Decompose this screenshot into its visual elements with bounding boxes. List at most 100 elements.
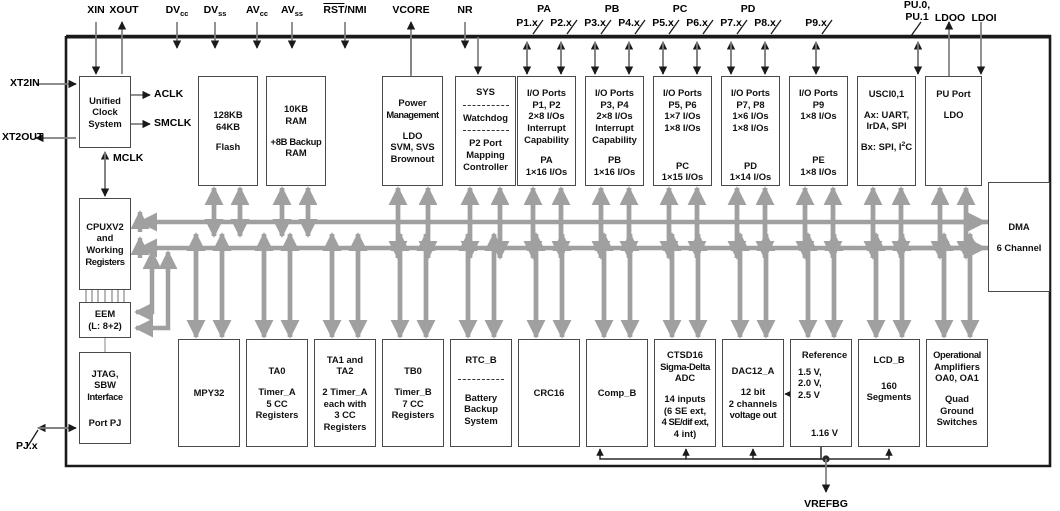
block-pu-port-ldo[interactable]: PU Port LDO	[925, 76, 982, 186]
io12-line-6: PA	[540, 154, 553, 166]
io12-line-1: P1, P2	[532, 98, 561, 110]
pin-label-p1x: P1.x	[516, 17, 538, 29]
flash-line-0: 128KB	[213, 109, 243, 121]
port-group-label-pb: PB	[604, 3, 620, 15]
rtc-line-2: Backup	[464, 403, 498, 415]
block-io-ports-p1-p2[interactable]: I/O Ports P1, P2 2×8 I/Os Interrupt Capa…	[517, 76, 576, 186]
block-usci-module[interactable]: USCI0,1 Ax: UART, IrDA, SPI Bx: SPI, I2C	[857, 76, 916, 186]
ucs-line-0: Unified	[89, 94, 121, 106]
dac-line-0: DAC12_A	[731, 365, 775, 377]
ram-line-1: RAM	[285, 114, 307, 126]
usci-line-2: Ax: UART,	[863, 108, 910, 120]
pin-label-avss: AVss	[280, 4, 304, 19]
pin-label-vrefbg: VREFBG	[804, 498, 848, 510]
jtag-line-0: JTAG,	[91, 367, 119, 379]
block-operational-amplifiers[interactable]: Operational Amplifiers OA0, OA1 Quad Gro…	[926, 339, 988, 447]
dac-line-4: voltage out	[729, 409, 777, 421]
block-timer-ta1-ta2[interactable]: TA1 and TA2 2 Timer_A each with 3 CC Reg…	[314, 339, 376, 447]
io56-line-2: 1×7 I/Os	[664, 110, 701, 122]
block-io-ports-p5-p6[interactable]: I/O Ports P5, P6 1×7 I/Os 1×8 I/Os PC 1×…	[653, 76, 712, 186]
ta0-line-0: TA0	[268, 365, 286, 377]
block-timer-ta0[interactable]: TA0 Timer_A 5 CC Registers	[246, 339, 308, 447]
io34-line-2: 2×8 I/Os	[596, 110, 633, 122]
ref-line-5: 1.16 V	[810, 426, 839, 438]
block-unified-clock-system[interactable]: Unified Clock System	[79, 76, 131, 148]
block-cpu-working-registers[interactable]: CPUXV2 and Working Registers	[79, 198, 131, 290]
io34-line-1: P3, P4	[600, 98, 629, 110]
block-rtc-b-module[interactable]: RTC_B Battery Backup System	[450, 339, 512, 447]
block-io-ports-p7-p8[interactable]: I/O Ports P7, P8 1×6 I/Os 1×8 I/Os PD 1×…	[721, 76, 780, 186]
tb0-line-4: Registers	[391, 409, 435, 421]
jtag-line-4: Port PJ	[88, 416, 122, 428]
io9-line-1: P9	[812, 98, 825, 110]
io78-line-7: 1×14 I/Os	[729, 171, 772, 183]
block-lcd-b-controller[interactable]: LCD_B 160 Segments	[858, 339, 920, 447]
cpu-line-3: Registers	[85, 255, 125, 267]
block-comp-b-module[interactable]: Comp_B	[586, 339, 648, 447]
io12-line-0: I/O Ports	[526, 87, 567, 98]
signal-label-aclk: ACLK	[154, 88, 184, 100]
block-ram-memory[interactable]: 10KB RAM +8B Backup RAM	[266, 76, 326, 186]
adc-line-5: (6 SE ext,	[663, 404, 707, 416]
pmm-line-5: Brownout	[390, 152, 435, 164]
signal-label-mclk: MCLK	[113, 152, 144, 164]
pmm-line-0: Power	[398, 97, 427, 109]
pin-label-p7x: P7.x	[720, 17, 742, 29]
adc-line-6: 4 SE/dif ext,	[661, 416, 709, 428]
ram-line-3: +8B Backup	[270, 135, 322, 147]
usci-line-3: IrDA, SPI	[866, 120, 907, 132]
pin-label-p8x: P8.x	[754, 17, 776, 29]
block-io-ports-p3-p4[interactable]: I/O Ports P3, P4 2×8 I/Os Interrupt Capa…	[585, 76, 644, 186]
pin-label-p2x: P2.x	[550, 17, 572, 29]
tb0-line-2: Timer_B	[394, 385, 432, 397]
block-dac12-a-module[interactable]: DAC12_A 12 bit 2 channels voltage out	[722, 339, 784, 447]
usci-line-5: Bx: SPI, I2C	[860, 140, 913, 153]
io12-line-4: Capability	[524, 133, 569, 145]
pin-label-avcc: AVcc	[245, 4, 269, 19]
opamp-line-4: Quad	[945, 392, 969, 404]
block-dma-controller[interactable]: DMA 6 Channel	[988, 182, 1050, 292]
block-timer-tb0[interactable]: TB0 Timer_B 7 CC Registers	[382, 339, 444, 447]
block-mpy32-multiplier[interactable]: MPY32	[178, 339, 240, 447]
io34-line-0: I/O Ports	[594, 87, 635, 98]
block-eem-module[interactable]: EEM (L: 8+2)	[79, 302, 131, 338]
pin-label-xt2in: XT2IN	[10, 77, 40, 89]
lcd-line-3: Segments	[866, 391, 912, 403]
ta12-line-1: TA2	[336, 365, 354, 377]
opamp-line-1: Amplifiers	[934, 360, 980, 372]
pmm-line-4: SVM, SVS	[390, 141, 435, 153]
eem-line-1: (L: 8+2)	[88, 320, 122, 331]
puport-line-0: PU Port	[936, 88, 971, 99]
io78-line-0: I/O Ports	[730, 87, 771, 98]
ref-line-2: 2.0 V,	[798, 377, 822, 389]
block-flash-memory[interactable]: 128KB 64KB Flash	[198, 76, 258, 186]
pin-label-p4x: P4.x	[618, 17, 640, 29]
sys-line-0: SYS	[476, 86, 495, 97]
block-reference-module[interactable]: Reference 1.5 V, 2.0 V, 2.5 V 1.16 V	[790, 339, 852, 447]
block-jtag-sbw-interface[interactable]: JTAG, SBW Interface Port PJ	[79, 352, 131, 444]
pin-label-vcore: VCORE	[392, 4, 430, 16]
block-ctsd16-adc[interactable]: CTSD16 Sigma-Delta ADC 14 inputs (6 SE e…	[654, 339, 716, 447]
cpu-line-1: and	[96, 232, 114, 244]
comp-line-0: Comp_B	[597, 387, 637, 399]
jtag-line-1: SBW	[94, 379, 116, 391]
pin-label-pjx: PJ.x	[16, 440, 38, 452]
ta0-line-3: 5 CC	[266, 397, 288, 409]
ram-line-4: RAM	[285, 147, 307, 159]
block-sys-watchdog[interactable]: SYS Watchdog P2 Port Mapping Controller	[455, 76, 516, 186]
flash-line-3: Flash	[215, 141, 241, 153]
block-io-ports-p9[interactable]: I/O Ports P9 1×8 I/Os PE 1×8 I/Os	[789, 76, 848, 186]
io34-line-3: Interrupt	[595, 121, 634, 133]
ref-line-3: 2.5 V	[798, 388, 820, 400]
io56-line-6: PC	[675, 159, 690, 171]
sys-line-1: Watchdog	[463, 111, 508, 123]
block-crc16-module[interactable]: CRC16	[518, 339, 580, 447]
usci-line-0: USCI0,1	[868, 88, 905, 99]
adc-line-4: 14 inputs	[664, 392, 706, 404]
opamp-line-5: Ground	[940, 404, 974, 416]
block-power-management[interactable]: Power Management LDO SVM, SVS Brownout	[382, 76, 443, 186]
lcd-line-0: LCD_B	[873, 354, 905, 365]
io56-line-1: P5, P6	[668, 98, 697, 110]
adc-line-0: CTSD16	[667, 349, 703, 360]
opamp-line-2: OA0, OA1	[935, 372, 979, 384]
